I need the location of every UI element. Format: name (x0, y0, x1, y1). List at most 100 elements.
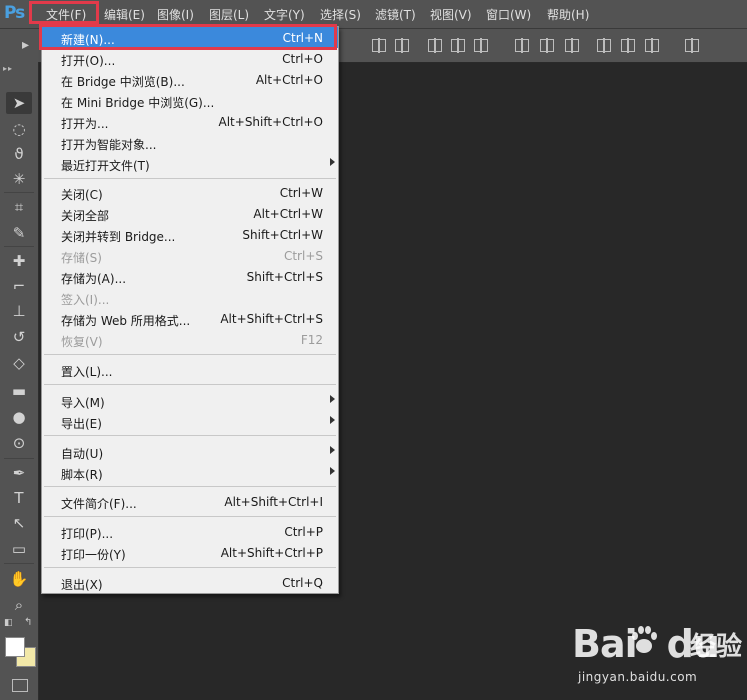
menu-select[interactable]: 选择(S) (320, 6, 361, 23)
menu-item-file-info[interactable]: 文件简介(F)... Alt+Shift+Ctrl+I (61, 493, 323, 511)
menu-item-browse-bridge[interactable]: 在 Bridge 中浏览(B)... Alt+Ctrl+O (61, 71, 323, 89)
path-selection-icon[interactable]: ↖ (6, 512, 32, 534)
menu-type[interactable]: 文字(Y) (264, 6, 305, 23)
menu-item-exit[interactable]: 退出(X) Ctrl+Q (61, 574, 323, 592)
menu-item-place[interactable]: 置入(L)... (61, 361, 323, 379)
hand-icon[interactable]: ✋ (6, 568, 32, 590)
pen-icon[interactable]: ✒ (6, 462, 32, 484)
align-bottom-icon[interactable] (428, 38, 442, 53)
gradient-icon[interactable]: ▬ (6, 380, 32, 402)
default-colors-icon[interactable]: ◧ (4, 618, 13, 628)
menu-edit[interactable]: 编辑(E) (104, 6, 145, 23)
menu-item-browse-mini-bridge[interactable]: 在 Mini Bridge 中浏览(G)... (61, 92, 323, 110)
menu-item-automate[interactable]: 自动(U) (61, 443, 335, 461)
menu-item-shortcut: Alt+Shift+Ctrl+S (220, 312, 323, 326)
quick-mask-icon[interactable] (12, 679, 28, 692)
menu-item-scripts[interactable]: 脚本(R) (61, 464, 335, 482)
blur-icon[interactable]: ● (6, 406, 32, 428)
menu-item-label: 打开(O)... (61, 54, 116, 68)
menu-filter[interactable]: 滤镜(T) (375, 6, 416, 23)
photoshop-logo: Ps (4, 3, 25, 23)
align-vcenter-icon[interactable] (395, 38, 409, 53)
menu-view[interactable]: 视图(V) (430, 6, 472, 23)
menu-item-shortcut: Ctrl+Q (282, 576, 323, 590)
move-tool-preset-icon[interactable]: ▸ (22, 37, 29, 53)
menu-item-shortcut: Ctrl+P (284, 525, 323, 539)
swap-colors-icon[interactable]: ↰ (24, 617, 32, 628)
submenu-arrow-icon (330, 446, 335, 454)
menu-item-open[interactable]: 打开(O)... Ctrl+O (61, 50, 323, 68)
baidu-jingyan-watermark: Bai du 经验 jingyan.baidu.com (572, 618, 742, 693)
menu-help[interactable]: 帮助(H) (547, 6, 589, 23)
menu-item-revert[interactable]: 恢复(V) F12 (61, 331, 323, 349)
distribute-top-icon[interactable] (515, 38, 529, 53)
type-icon[interactable]: T (6, 487, 32, 509)
distribute-vcenter-icon[interactable] (540, 38, 554, 53)
menu-item-open-as-smart-object[interactable]: 打开为智能对象... (61, 134, 323, 152)
menu-item-label: 置入(L)... (61, 365, 113, 379)
menu-item-label: 关闭全部 (61, 209, 110, 223)
menu-image[interactable]: 图像(I) (157, 6, 194, 23)
menu-item-close-all[interactable]: 关闭全部 Alt+Ctrl+W (61, 205, 323, 223)
panel-grip-icon[interactable]: ▸▸ (3, 64, 13, 73)
menu-item-save[interactable]: 存储(S) Ctrl+S (61, 247, 323, 265)
submenu-arrow-icon (330, 158, 335, 166)
auto-align-icon[interactable] (685, 38, 699, 53)
menu-item-label: 打印(P)... (61, 527, 114, 541)
menu-item-label: 恢复(V) (61, 335, 103, 349)
tool-separator (4, 246, 34, 247)
menu-layer[interactable]: 图层(L) (209, 6, 249, 23)
foreground-color-swatch[interactable] (5, 637, 25, 657)
menu-item-import[interactable]: 导入(M) (61, 392, 335, 410)
brush-icon[interactable]: ⌐ (6, 275, 32, 297)
menu-item-check-in[interactable]: 签入(I)... (61, 289, 323, 307)
menu-item-label: 文件简介(F)... (61, 497, 137, 511)
menu-item-label: 打开为智能对象... (61, 138, 157, 152)
menu-item-close[interactable]: 关闭(C) Ctrl+W (61, 184, 323, 202)
magic-wand-icon[interactable]: ✳ (6, 168, 32, 190)
eyedropper-icon[interactable]: ✎ (6, 222, 32, 244)
paw-icon (632, 626, 657, 653)
menu-item-recent-files[interactable]: 最近打开文件(T) (61, 155, 335, 173)
history-brush-icon[interactable]: ↺ (6, 326, 32, 348)
menu-item-label: 最近打开文件(T) (61, 159, 150, 173)
menu-item-shortcut: Alt+Ctrl+O (255, 73, 323, 87)
submenu-arrow-icon (330, 416, 335, 424)
menu-item-shortcut: Alt+Ctrl+W (253, 207, 323, 221)
menu-item-label: 导入(M) (61, 396, 105, 410)
menu-item-label: 自动(U) (61, 447, 104, 461)
eraser-icon[interactable]: ◇ (6, 352, 32, 374)
file-menu-annotation-box (29, 1, 99, 24)
menu-separator (44, 435, 336, 436)
align-left-icon[interactable] (451, 38, 465, 53)
menu-item-print-one-copy[interactable]: 打印一份(Y) Alt+Shift+Ctrl+P (61, 544, 323, 562)
menu-item-label: 脚本(R) (61, 468, 103, 482)
dodge-icon[interactable]: ⊙ (6, 432, 32, 454)
menu-item-open-as[interactable]: 打开为... Alt+Shift+Ctrl+O (61, 113, 323, 131)
clone-stamp-icon[interactable]: ⊥ (6, 300, 32, 322)
align-hcenter-icon[interactable] (474, 38, 488, 53)
distribute-bottom-icon[interactable] (565, 38, 579, 53)
menu-item-close-go-bridge[interactable]: 关闭并转到 Bridge... Shift+Ctrl+W (61, 226, 323, 244)
tool-separator (4, 563, 34, 564)
menu-item-export[interactable]: 导出(E) (61, 413, 335, 431)
distribute-hcenter-icon[interactable] (621, 38, 635, 53)
crop-icon[interactable]: ⌗ (6, 196, 32, 218)
align-top-icon[interactable] (372, 38, 386, 53)
move-tool-icon[interactable]: ➤ (6, 92, 32, 114)
menu-item-save-as[interactable]: 存储为(A)... Shift+Ctrl+S (61, 268, 323, 286)
healing-brush-icon[interactable]: ✚ (6, 250, 32, 272)
rectangle-shape-icon[interactable]: ▭ (6, 538, 32, 560)
menu-item-shortcut: Ctrl+W (279, 186, 323, 200)
distribute-left-icon[interactable] (597, 38, 611, 53)
menu-window[interactable]: 窗口(W) (486, 6, 531, 23)
menu-item-label: 存储(S) (61, 251, 102, 265)
menu-item-print[interactable]: 打印(P)... Ctrl+P (61, 523, 323, 541)
lasso-icon[interactable]: ϑ (6, 143, 32, 165)
menu-item-label: 关闭并转到 Bridge... (61, 230, 176, 244)
zoom-icon[interactable]: ⌕ (6, 594, 32, 616)
elliptical-marquee-icon[interactable]: ◌ (6, 118, 32, 140)
distribute-right-icon[interactable] (645, 38, 659, 53)
menu-item-save-for-web[interactable]: 存储为 Web 所用格式... Alt+Shift+Ctrl+S (61, 310, 323, 328)
menu-item-shortcut: Ctrl+O (282, 52, 323, 66)
